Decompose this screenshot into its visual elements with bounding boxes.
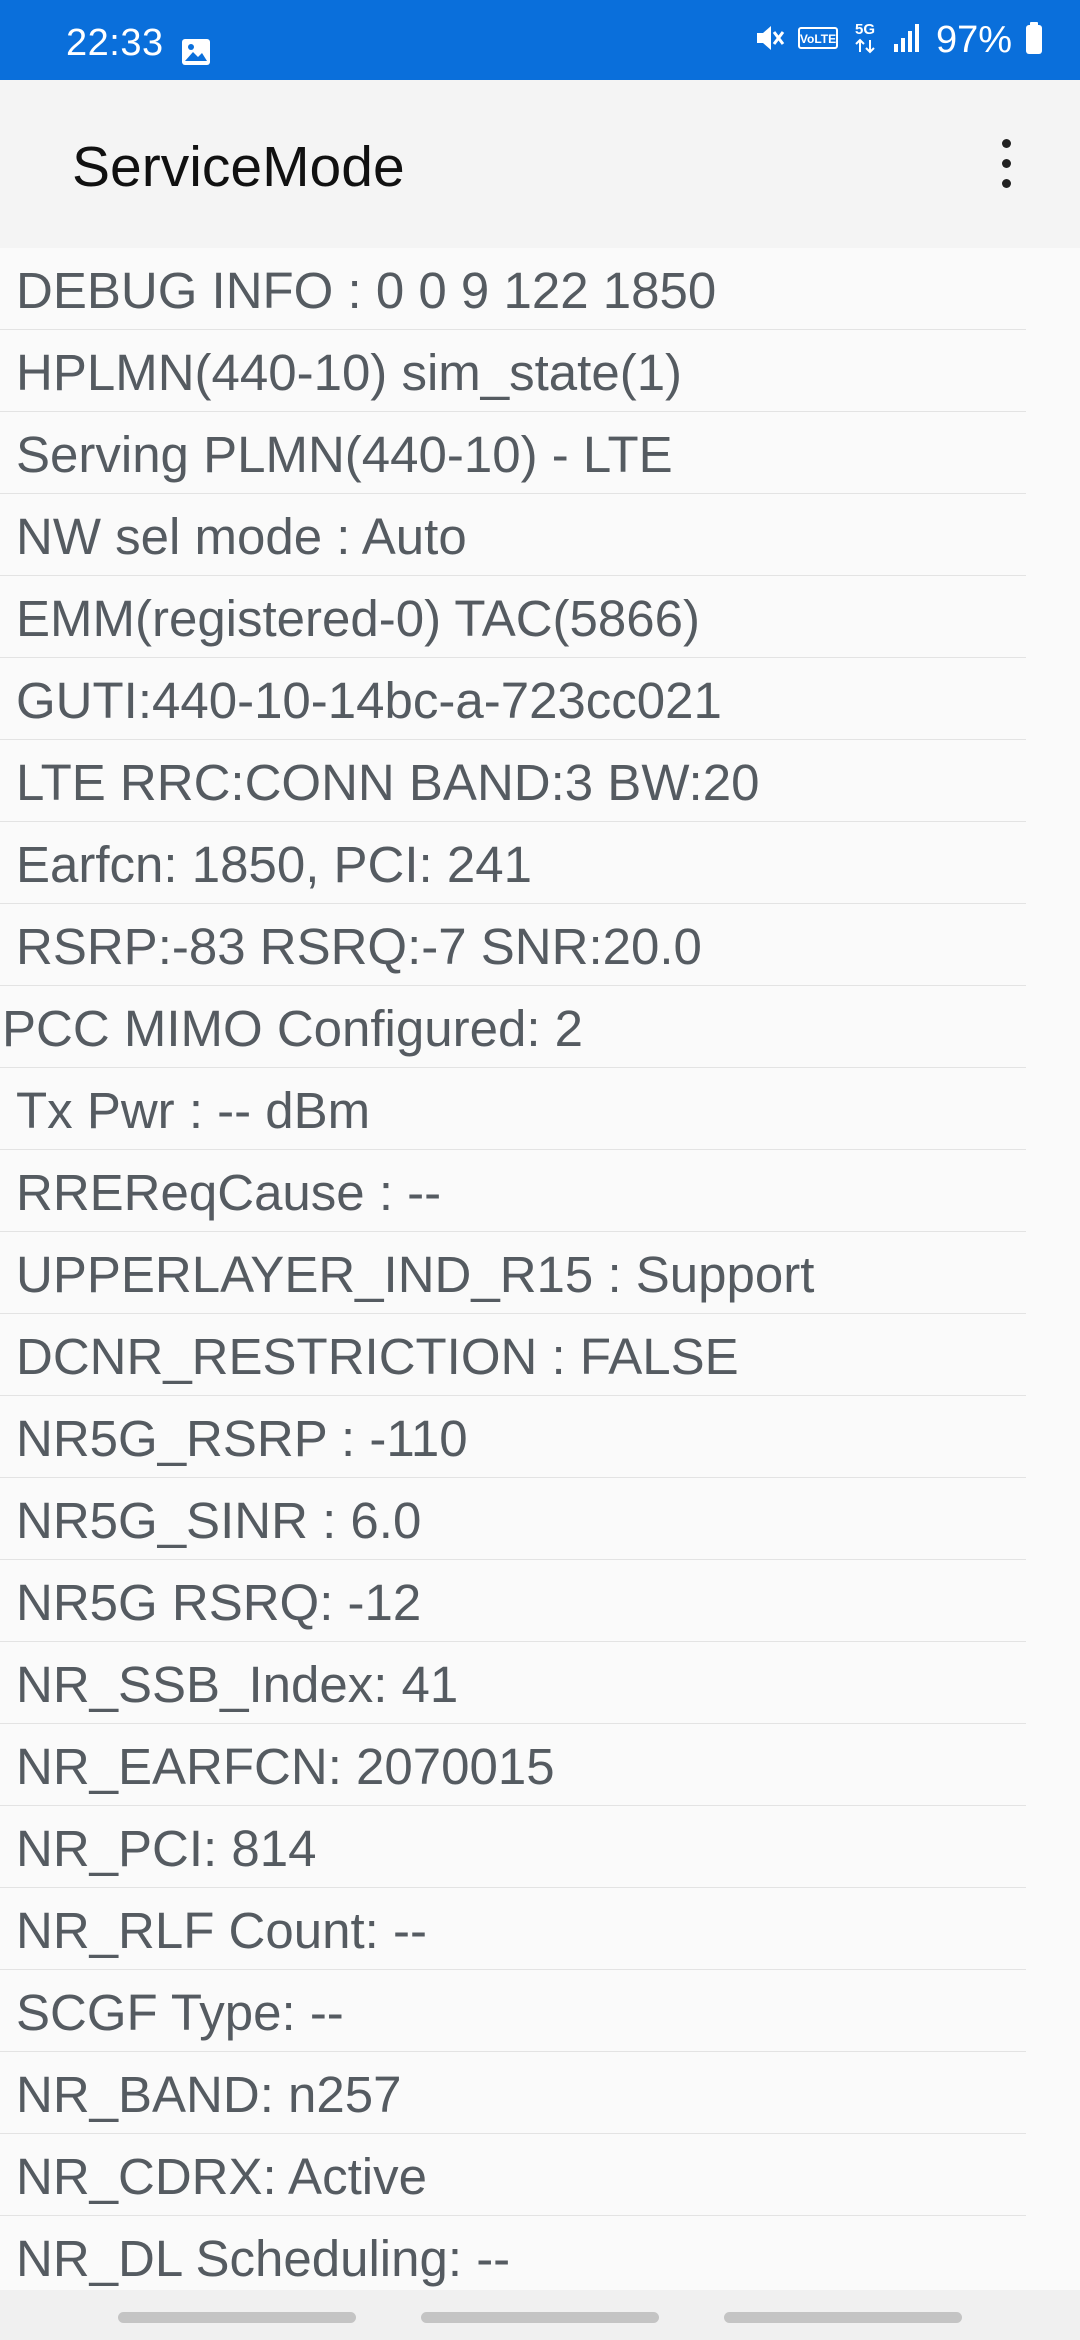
- back-gesture-handle[interactable]: [724, 2312, 962, 2323]
- list-item[interactable]: EMM(registered-0) TAC(5866): [0, 576, 1026, 658]
- recents-gesture-handle[interactable]: [118, 2312, 356, 2323]
- list-item[interactable]: NR5G RSRQ: -12: [0, 1560, 1026, 1642]
- volte-icon: VoLTE: [797, 26, 838, 55]
- network-type: 5G: [855, 21, 875, 38]
- list-item[interactable]: Serving PLMN(440-10) - LTE: [0, 412, 1026, 494]
- navigation-bar: [0, 2290, 1080, 2340]
- more-vert-icon[interactable]: [976, 128, 1036, 198]
- battery-icon: [1024, 21, 1044, 60]
- list-item[interactable]: PCC MIMO Configured: 2: [0, 986, 1026, 1068]
- app-bar: ServiceMode: [0, 80, 1080, 248]
- list-item[interactable]: NR_BAND: n257: [0, 2052, 1026, 2134]
- list-item[interactable]: NW sel mode : Auto: [0, 494, 1026, 576]
- list-item[interactable]: NR_CDRX: Active: [0, 2134, 1026, 2216]
- list-item[interactable]: LTE RRC:CONN BAND:3 BW:20: [0, 740, 1026, 822]
- list-item[interactable]: NR5G_SINR : 6.0: [0, 1478, 1026, 1560]
- list-item[interactable]: UPPERLAYER_IND_R15 : Support: [0, 1232, 1026, 1314]
- status-icons: VoLTE 5G 97%: [754, 18, 1044, 62]
- list-item[interactable]: SCGF Type: --: [0, 1970, 1026, 2052]
- signal-icon: [892, 22, 922, 59]
- mute-icon: [754, 21, 786, 60]
- list-item[interactable]: NR_EARFCN: 2070015: [0, 1724, 1026, 1806]
- gallery-icon: [180, 36, 212, 68]
- list-item[interactable]: RSRP:-83 RSRQ:-7 SNR:20.0: [0, 904, 1026, 986]
- list-item[interactable]: NR_RLF Count: --: [0, 1888, 1026, 1970]
- list-item[interactable]: NR5G_RSRP : -110: [0, 1396, 1026, 1478]
- list-item[interactable]: Tx Pwr : -- dBm: [0, 1068, 1026, 1150]
- list-item[interactable]: NR_PCI: 814: [0, 1806, 1026, 1888]
- list-item[interactable]: HPLMN(440-10) sim_state(1): [0, 330, 1026, 412]
- battery-percent: 97%: [935, 18, 1012, 61]
- status-time: 22:33: [66, 22, 164, 64]
- list-item[interactable]: GUTI:440-10-14bc-a-723cc021: [0, 658, 1026, 740]
- info-list: DEBUG INFO : 0 0 9 122 1850 HPLMN(440-10…: [0, 248, 1080, 2298]
- page-title: ServiceMode: [72, 135, 405, 199]
- list-item[interactable]: DCNR_RESTRICTION : FALSE: [0, 1314, 1026, 1396]
- 5g-icon: 5G: [850, 18, 880, 63]
- list-item[interactable]: NR_SSB_Index: 41: [0, 1642, 1026, 1724]
- list-item[interactable]: DEBUG INFO : 0 0 9 122 1850: [0, 248, 1026, 330]
- volte-label: VoLTE: [800, 32, 836, 46]
- home-gesture-handle[interactable]: [421, 2312, 659, 2323]
- status-bar: 22:33 VoLTE 5G 97%: [0, 0, 1080, 80]
- list-item[interactable]: NR_DL Scheduling: --: [0, 2216, 1026, 2298]
- list-item[interactable]: RREReqCause : --: [0, 1150, 1026, 1232]
- list-item[interactable]: Earfcn: 1850, PCI: 241: [0, 822, 1026, 904]
